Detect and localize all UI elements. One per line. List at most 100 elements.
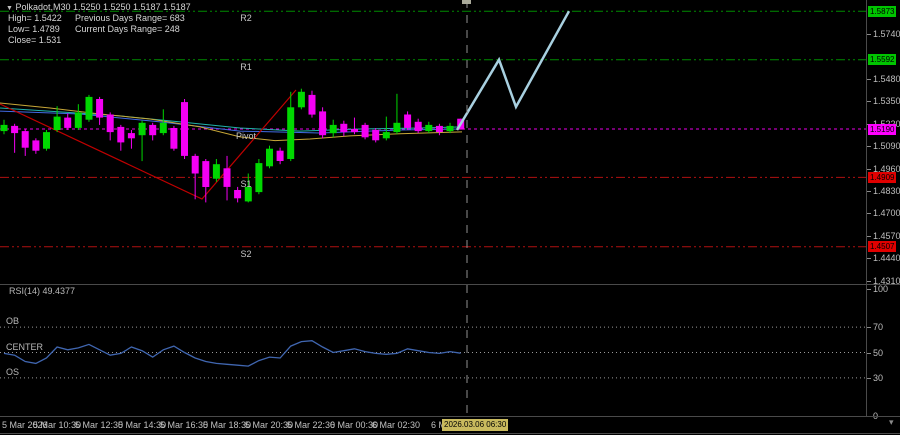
candle	[106, 112, 114, 141]
forecast-zigzag-line	[455, 10, 571, 131]
candle	[43, 130, 50, 151]
price-tick	[867, 281, 871, 282]
candle	[297, 88, 305, 110]
price-badge-S1: 1.4909	[868, 172, 897, 183]
price-tick-label: 1.4700	[873, 208, 900, 218]
candle	[21, 129, 29, 156]
candle	[234, 186, 242, 203]
rsi-tick	[867, 327, 871, 328]
trading-chart-window: ▼ Polkadot,M30 1.5250 1.5250 1.5187 1.51…	[0, 0, 900, 435]
candle	[404, 111, 412, 130]
candle	[0, 119, 8, 135]
level-label-S1: S1	[240, 179, 252, 189]
price-tick	[867, 213, 871, 214]
rsi-level-label-OB: OB	[6, 316, 20, 326]
price-badge-R1: 1.5592	[868, 54, 897, 65]
candle	[308, 90, 316, 118]
curr-range-label: Current Days Range= 248	[75, 24, 180, 34]
candle	[117, 124, 125, 151]
candle	[393, 93, 401, 135]
candle	[287, 91, 295, 162]
main-chart-panel[interactable]	[0, 0, 866, 284]
candle	[127, 130, 135, 149]
candle	[319, 107, 327, 139]
level-label-Pivot: Pivot	[235, 131, 256, 141]
price-tick-label: 1.4570	[873, 231, 900, 241]
rsi-tick	[867, 289, 871, 290]
day-close-label: Close= 1.531	[8, 35, 62, 45]
candle	[53, 106, 61, 133]
price-tick-label: 1.5090	[873, 141, 900, 151]
candle	[276, 147, 284, 165]
price-tick-label: 1.4830	[873, 186, 900, 196]
rsi-indicator-title: RSI(14) 49.4377	[9, 286, 76, 296]
day-high-label: High= 1.5422	[8, 13, 62, 23]
price-tick-label: 1.4440	[873, 253, 900, 263]
bottom-border	[0, 433, 900, 434]
level-label-R2: R2	[240, 13, 252, 23]
price-tick	[867, 146, 871, 147]
rsi-level-label-OS: OS	[6, 367, 20, 377]
rsi-tick-label: 30	[873, 373, 884, 383]
rsi-tick-label: 70	[873, 322, 884, 332]
symbol-dropdown-icon[interactable]: ▼	[6, 5, 13, 12]
price-tick	[867, 236, 871, 237]
day-low-label: Low= 1.4789	[8, 24, 60, 34]
price-tick-label: 1.5480	[873, 74, 900, 84]
time-tick-label: 5 Mar 12:30	[74, 420, 124, 430]
candle	[11, 123, 19, 153]
time-tick-label: 5 Mar 18:30	[202, 420, 252, 430]
level-label-R1: R1	[240, 62, 252, 72]
level-label-S2: S2	[240, 249, 252, 259]
price-tick	[867, 34, 871, 35]
time-tick-label: 5 Mar 14:30	[117, 420, 167, 430]
candle	[149, 122, 157, 141]
candle	[96, 96, 104, 125]
rsi-level-label-CENTER: CENTER	[6, 342, 44, 352]
candle	[32, 138, 40, 154]
candle	[170, 125, 178, 151]
candle	[425, 121, 433, 134]
time-tick-label: 5 Mar 10:30	[32, 420, 82, 430]
price-badge-S2: 1.4507	[868, 241, 897, 252]
rsi-bottom-border	[0, 416, 900, 417]
candle	[181, 99, 188, 159]
rsi-panel[interactable]	[0, 285, 866, 416]
candle	[64, 113, 72, 130]
time-tick-label: 6 Mar 00:30	[329, 420, 379, 430]
candle	[372, 128, 380, 143]
time-tick-label: 6 Mar 02:30	[371, 420, 421, 430]
panel-separator[interactable]	[0, 284, 900, 285]
price-tick-label: 1.5740	[873, 29, 900, 39]
symbol-ohlc-text: Polkadot,M30 1.5250 1.5250 1.5187 1.5187	[15, 2, 191, 12]
candle	[329, 119, 337, 138]
price-axis-separator	[866, 0, 867, 417]
time-tick-label: 5 Mar 22:30	[286, 420, 336, 430]
price-tick	[867, 191, 871, 192]
candle	[361, 122, 369, 140]
vline-drag-marker[interactable]	[462, 0, 471, 4]
candle	[191, 153, 199, 200]
rsi-tick-label: 50	[873, 348, 884, 358]
time-tick-label: 5 Mar 16:30	[159, 420, 209, 430]
candle	[266, 145, 273, 169]
candle	[74, 104, 82, 130]
price-tick-label: 1.5350	[873, 96, 900, 106]
price-badge-R2: 1.5873	[868, 6, 897, 17]
scroll-down-icon[interactable]: ▾	[889, 417, 894, 428]
rsi-tick	[867, 378, 871, 379]
candle	[351, 117, 358, 135]
price-tick	[867, 101, 871, 102]
candle	[414, 118, 422, 134]
price-tick	[867, 169, 871, 170]
candle	[85, 94, 93, 122]
candle	[138, 120, 146, 162]
time-tick-label: 5 Mar 20:30	[244, 420, 294, 430]
candle	[202, 159, 210, 203]
price-tick	[867, 258, 871, 259]
current-time-highlight[interactable]: 2026.03.06 06:30	[442, 419, 509, 431]
candle	[435, 123, 443, 136]
price-badge-Pivot: 1.5190	[868, 124, 897, 135]
rsi-tick-label: 100	[873, 284, 889, 294]
rsi-tick	[867, 353, 871, 354]
